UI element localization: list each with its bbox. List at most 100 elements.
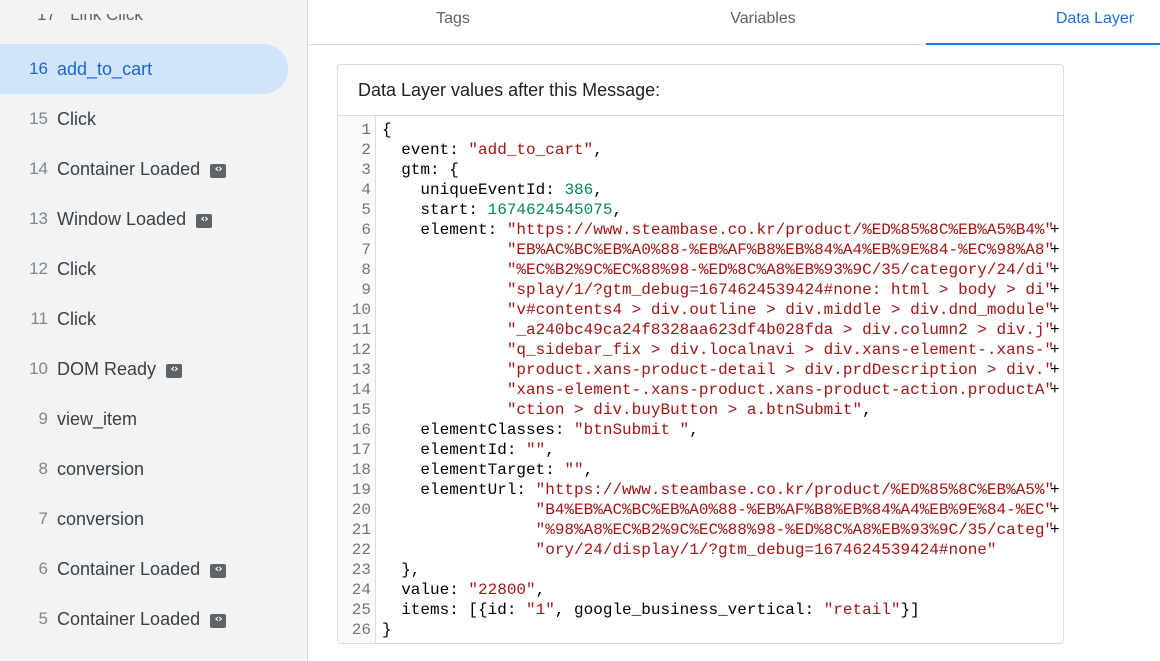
code-text: "xans-element-.xans-product.xans-product… — [382, 380, 1054, 400]
code-string: "%98%A8%EC%B2%9C%EC%88%98-%ED%8C%A8%EB%9… — [535, 521, 1055, 539]
code-punct — [382, 341, 507, 359]
sidebar-item[interactable]: 14 Container Loaded — [0, 144, 288, 194]
sidebar-item-number: 17 — [37, 5, 56, 24]
code-punct: items: [{id: — [382, 601, 527, 619]
message-sidebar: 17 Link Click 16 add_to_cart 15 Click 14 Cont… — [0, 0, 308, 661]
sidebar-item[interactable]: 13 Window Loaded — [0, 194, 288, 244]
line-number: 26 — [351, 621, 371, 639]
line-number: 5 — [361, 201, 371, 219]
line-number: 25 — [351, 601, 371, 619]
sidebar-item-label: DOM Ready — [57, 358, 157, 379]
code-string: "q_sidebar_fix > div.localnavi > div.xan… — [506, 341, 1055, 359]
line-number: 7 — [361, 241, 371, 259]
sidebar-item[interactable]: 16 add_to_cart — [0, 44, 288, 94]
code-punct: , — [689, 421, 699, 439]
line-number: 21 — [351, 521, 371, 539]
code-tag-icon — [210, 562, 227, 578]
code-string: "_a240bc49ca24f8328aa623df4b028fda > div… — [506, 321, 1055, 339]
line-number: 11 — [351, 321, 371, 339]
code-string: "https://www.steambase.co.kr/product/%ED… — [506, 221, 1055, 239]
code-string: "splay/1/?gtm_debug=1674624539424#none: … — [506, 281, 1055, 299]
sidebar-item-label: conversion — [57, 508, 145, 529]
line-number: 13 — [351, 361, 371, 379]
code-text: "_a240bc49ca24f8328aa623df4b028fda > div… — [382, 320, 1054, 340]
code-punct: elementUrl: — [382, 481, 536, 499]
tab-tags[interactable]: Tags — [413, 0, 493, 44]
code-punct: { — [382, 121, 392, 139]
sidebar-item[interactable]: 5 Container Loaded — [0, 594, 288, 644]
panel-tabs: Tags Variables Data Layer — [308, 0, 1160, 45]
sidebar-item[interactable]: 7 conversion — [0, 494, 288, 544]
code-punct: , — [593, 141, 603, 159]
line-number: 24 — [351, 581, 371, 599]
code-punct: uniqueEventId: — [382, 181, 565, 199]
sidebar-item-number: 13 — [29, 209, 48, 228]
code-punct: , — [535, 581, 546, 599]
data-layer-card: Data Layer values after this Message: 1 {… — [337, 64, 1064, 644]
code-punct: } — [382, 621, 392, 639]
concat-operator: + — [1050, 301, 1060, 319]
code-string: "22800" — [468, 581, 536, 599]
sidebar-item[interactable]: 12 Click — [0, 244, 288, 294]
sidebar-item-label: Container Loaded — [57, 608, 201, 629]
code-string: "retail" — [823, 601, 901, 619]
sidebar-item-number: 11 — [30, 309, 48, 328]
code-text: "splay/1/?gtm_debug=1674624539424#none: … — [382, 280, 1054, 300]
concat-operator: + — [1050, 321, 1060, 339]
tab-variables[interactable]: Variables — [713, 0, 813, 44]
code-text: element: "https://www.steambase.co.kr/pr… — [382, 220, 1054, 240]
code-punct — [382, 361, 507, 379]
line-number: 20 — [351, 501, 371, 519]
code-punct — [382, 401, 507, 419]
sidebar-item-number: 12 — [29, 259, 48, 278]
code-punct — [382, 541, 536, 559]
sidebar-item-label: add_to_cart — [57, 58, 153, 79]
code-string: "add_to_cart" — [468, 141, 594, 159]
code-text: elementTarget: "", — [382, 460, 593, 480]
sidebar-item-number: 6 — [38, 559, 48, 578]
code-punct: gtm: { — [382, 161, 459, 179]
sidebar-item[interactable]: 10 DOM Ready — [0, 344, 288, 394]
concat-operator: + — [1050, 241, 1060, 259]
code-tag-icon — [210, 162, 227, 178]
sidebar-item[interactable]: 6 Container Loaded — [0, 544, 288, 594]
line-number: 23 — [351, 561, 371, 579]
code-punct — [382, 241, 507, 259]
code-punct: elementTarget: — [382, 461, 565, 479]
line-number: 10 — [351, 301, 371, 319]
code-string: "" — [526, 441, 546, 459]
sidebar-item[interactable]: 8 conversion — [0, 444, 288, 494]
code-punct: elementId: — [382, 441, 527, 459]
sidebar-item[interactable]: 15 Click — [0, 94, 288, 144]
concat-operator: + — [1050, 381, 1060, 399]
code-string: "1" — [526, 601, 555, 619]
code-punct: , — [545, 441, 555, 459]
concat-operator: + — [1050, 261, 1060, 279]
code-text: } — [382, 620, 392, 640]
sidebar-item-label: Container Loaded — [57, 158, 201, 179]
sidebar-item[interactable]: 11 Click — [0, 294, 288, 344]
line-number: 15 — [351, 401, 371, 419]
code-punct — [382, 501, 536, 519]
sidebar-item-number: 15 — [29, 109, 48, 128]
code-text: "q_sidebar_fix > div.localnavi > div.xan… — [382, 340, 1054, 360]
code-tag-icon — [196, 212, 213, 228]
code-text: "ction > div.buyButton > a.btnSubmit", — [382, 400, 872, 420]
code-text: items: [{id: "1", google_business_vertic… — [382, 600, 920, 620]
concat-operator: + — [1050, 221, 1060, 239]
tab-data-layer[interactable]: Data Layer — [926, 0, 1160, 45]
code-text: "EB%AC%BC%EB%A0%88-%EB%AF%B8%EB%84%A4%EB… — [382, 240, 1054, 260]
code-number: 386 — [564, 181, 594, 199]
code-text: start: 1674624545075, — [382, 200, 622, 220]
code-viewer[interactable]: 1 {2 event: "add_to_cart", 3 gtm: {4 uniqu… — [338, 115, 1063, 643]
line-number: 6 — [361, 221, 371, 239]
code-text: elementClasses: "btnSubmit ", — [382, 420, 699, 440]
code-text: gtm: { — [382, 160, 459, 180]
sidebar-item[interactable]: 9 view_item — [0, 394, 288, 444]
code-punct: value: — [382, 581, 469, 599]
sidebar-item-label: Link Click — [70, 5, 143, 24]
sidebar-item-number: 5 — [38, 609, 48, 628]
code-string: "https://www.steambase.co.kr/product/%ED… — [535, 481, 1055, 499]
code-punct — [382, 381, 507, 399]
sidebar-item-cut[interactable]: 17 Link Click — [37, 5, 143, 25]
